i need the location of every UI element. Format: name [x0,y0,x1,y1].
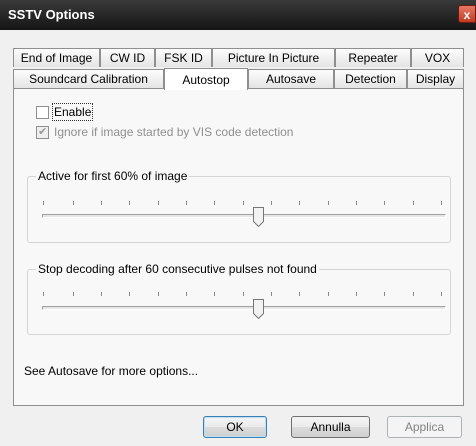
tab-row-2: Soundcard Calibration Autostop Autosave … [13,68,464,90]
tab-detection[interactable]: Detection [334,69,407,88]
tab-picture-in-picture[interactable]: Picture In Picture [212,48,335,67]
slider-tick [158,292,159,296]
slider-tick [73,201,74,205]
slider-tick [101,292,102,296]
tab-fsk-id[interactable]: FSK ID [155,48,212,67]
autostop-panel: Enable ✔ Ignore if image started by VIS … [13,88,464,406]
active-percent-title: Active for first 60% of image [36,169,190,183]
slider-thumb[interactable] [253,299,264,319]
slider-tick [214,201,215,205]
slider-tick [129,201,130,205]
close-icon: x [463,8,471,22]
slider-tick [186,201,187,205]
slider-tick [299,201,300,205]
slider-tick [243,201,244,205]
slider-tick [384,201,385,205]
active-percent-slider[interactable] [42,201,446,231]
slider-tick [271,292,272,296]
slider-tick [413,201,414,205]
tab-autostop[interactable]: Autostop [164,68,248,90]
tab-soundcard-calibration[interactable]: Soundcard Calibration [13,69,164,88]
cancel-button[interactable]: Annulla [291,416,370,438]
stop-decoding-title: Stop decoding after 60 consecutive pulse… [36,262,319,276]
tab-vox[interactable]: VOX [411,48,464,67]
close-button[interactable]: x [458,5,476,23]
ignore-vis-checkbox[interactable]: ✔ [36,126,49,139]
slider-tick [43,292,44,296]
enable-label[interactable]: Enable [51,103,94,121]
slider-tick [158,201,159,205]
slider-tick [73,292,74,296]
tab-repeater[interactable]: Repeater [335,48,411,67]
slider-tick [271,201,272,205]
tab-autosave[interactable]: Autosave [248,69,334,88]
window-title: SSTV Options [8,7,95,22]
slider-tick [129,292,130,296]
slider-tick [101,201,102,205]
checkmark-icon: ✔ [38,126,48,138]
tab-display[interactable]: Display [407,69,464,88]
slider-tick [413,292,414,296]
slider-tick [441,292,442,296]
tab-cw-id[interactable]: CW ID [100,48,155,67]
slider-thumb[interactable] [253,207,264,227]
slider-tick [356,201,357,205]
slider-track [42,214,446,218]
slider-tick [186,292,187,296]
enable-checkbox[interactable] [36,106,49,119]
title-bar: SSTV Options x [0,0,476,30]
slider-tick [328,201,329,205]
slider-tick [243,292,244,296]
apply-button[interactable]: Applica [387,416,462,438]
slider-tick [441,201,442,205]
ok-button[interactable]: OK [203,416,267,438]
slider-track [42,306,446,310]
slider-tick [328,292,329,296]
ignore-vis-label: Ignore if image started by VIS code dete… [54,125,294,139]
slider-tick [214,292,215,296]
tab-row-1: End of Image CW ID FSK ID Picture In Pic… [13,48,464,67]
slider-tick [43,201,44,205]
footer-note: See Autosave for more options... [24,364,199,378]
slider-tick [356,292,357,296]
stop-decoding-slider[interactable] [42,292,446,322]
slider-tick [299,292,300,296]
slider-tick [384,292,385,296]
tab-end-of-image[interactable]: End of Image [13,48,100,67]
